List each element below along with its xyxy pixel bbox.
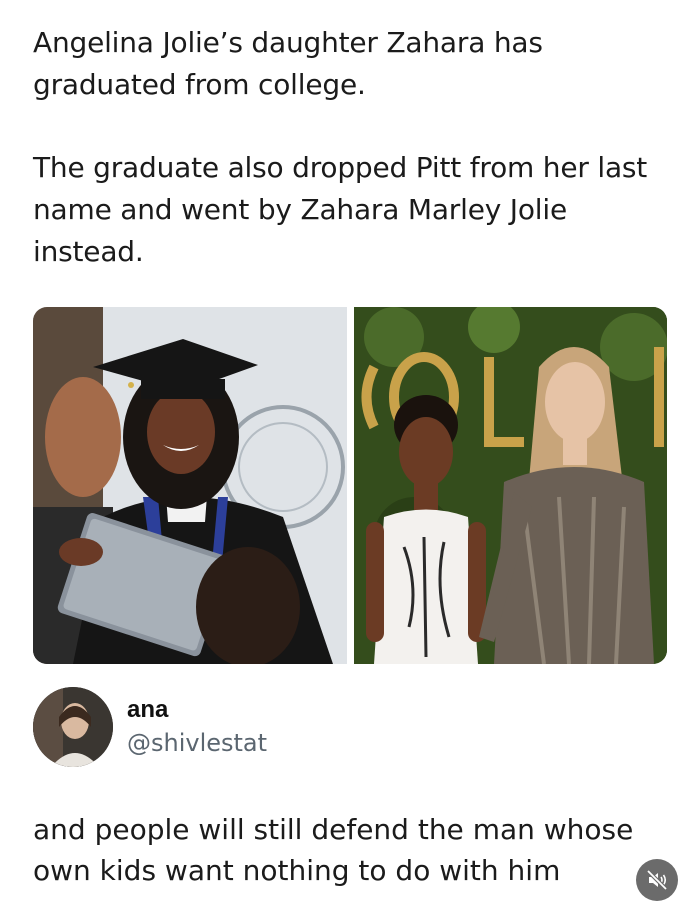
mute-button[interactable] [636,859,678,901]
reply-text: and people will still defend the man who… [33,813,634,887]
graduation-photo-illustration [33,307,347,664]
post-paragraph-2: The graduate also dropped Pitt from her … [33,151,648,268]
reply-author[interactable]: ana @shivlestat [33,687,433,767]
post-body: Angelina Jolie’s daughter Zahara has gra… [33,22,673,273]
photo-grid [33,307,667,664]
author-name[interactable]: ana [127,696,168,724]
avatar-image [33,687,113,767]
avatar[interactable] [33,687,113,767]
speaker-muted-icon [646,869,668,891]
red-carpet-photo-illustration [354,307,667,664]
graduation-photo[interactable] [33,307,347,664]
author-handle[interactable]: @shivlestat [127,729,267,757]
post-paragraph-1: Angelina Jolie’s daughter Zahara has gra… [33,26,543,101]
red-carpet-photo[interactable] [354,307,667,664]
